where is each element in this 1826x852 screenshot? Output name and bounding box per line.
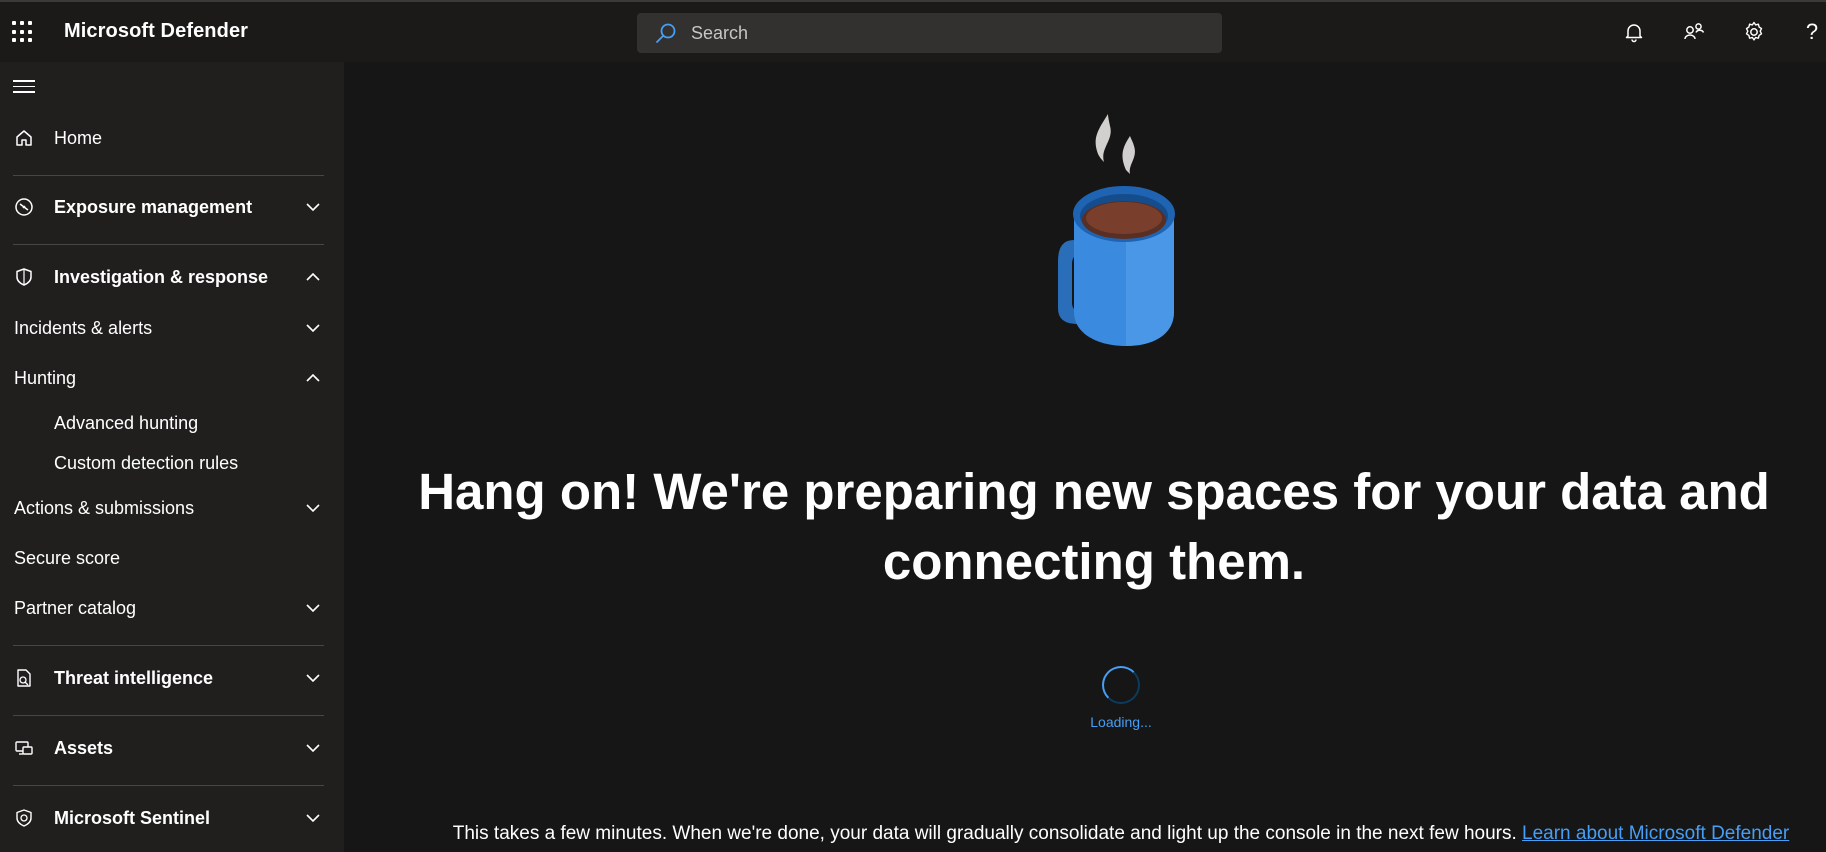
divider xyxy=(13,785,324,786)
sidebar-item-label: Custom detection rules xyxy=(54,452,239,473)
sidebar-item-label: Incidents & alerts xyxy=(14,317,153,338)
sidebar-item-label: Advanced hunting xyxy=(54,412,199,433)
sidebar-item-label: Partner catalog xyxy=(14,597,137,618)
search-input[interactable] xyxy=(691,13,1191,53)
loading-spinner xyxy=(1102,666,1140,704)
divider xyxy=(13,175,324,176)
divider xyxy=(13,715,324,716)
hamburger-menu-icon[interactable] xyxy=(13,80,35,94)
sidebar-item-assets[interactable]: Assets xyxy=(0,728,344,768)
sidebar-item-threat-intelligence[interactable]: Threat intelligence xyxy=(0,658,344,698)
loading-text: Loading... xyxy=(1090,714,1152,730)
shield-icon xyxy=(13,266,35,288)
sidebar-item-label: Exposure management xyxy=(54,196,253,217)
app-title[interactable]: Microsoft Defender xyxy=(64,20,248,43)
bell-icon[interactable] xyxy=(1620,18,1648,46)
sidebar-item-partner-catalog[interactable]: Partner catalog xyxy=(0,588,344,628)
assets-icon xyxy=(13,737,35,759)
divider xyxy=(13,244,324,245)
sidebar-item-label: Threat intelligence xyxy=(54,667,214,688)
sidebar-item-label: Secure score xyxy=(14,547,121,568)
info-message: This takes a few minutes. When we're don… xyxy=(444,820,1798,852)
page-headline: Hang on! We're preparing new spaces for … xyxy=(418,463,1770,590)
divider xyxy=(13,645,324,646)
waffle-icon[interactable] xyxy=(12,21,34,43)
chevron-down-icon[interactable] xyxy=(304,599,322,617)
threat-intel-icon xyxy=(13,667,35,689)
chevron-up-icon[interactable] xyxy=(304,268,322,286)
chevron-down-icon[interactable] xyxy=(304,809,322,827)
info-text: This takes a few minutes. When we're don… xyxy=(452,823,1523,844)
chevron-down-icon[interactable] xyxy=(304,319,322,337)
chevron-down-icon[interactable] xyxy=(304,198,322,216)
search-icon xyxy=(656,23,676,43)
sidebar-item-actions-submissions[interactable]: Actions & submissions xyxy=(0,488,344,528)
people-icon[interactable] xyxy=(1680,18,1708,46)
sidebar-item-home[interactable]: Home xyxy=(0,118,344,158)
search-box[interactable] xyxy=(637,13,1222,53)
sidebar-item-investigation-response[interactable]: Investigation & response xyxy=(0,257,344,297)
sentinel-icon xyxy=(13,807,35,829)
sidebar-item-label: Microsoft Sentinel xyxy=(54,807,211,828)
top-bar: Microsoft Defender ? xyxy=(0,0,1826,62)
sidebar: Home Exposure management Investigation &… xyxy=(0,62,344,852)
compass-icon xyxy=(13,196,35,218)
coffee-mug-illustration xyxy=(1058,114,1175,346)
sidebar-item-label: Home xyxy=(54,127,103,148)
sidebar-item-secure-score[interactable]: Secure score xyxy=(0,538,344,578)
sidebar-item-label: Assets xyxy=(54,737,114,758)
sidebar-item-hunting[interactable]: Hunting xyxy=(0,358,344,398)
chevron-down-icon[interactable] xyxy=(304,499,322,517)
sidebar-item-microsoft-sentinel[interactable]: Microsoft Sentinel xyxy=(0,798,344,838)
chevron-down-icon[interactable] xyxy=(304,739,322,757)
sidebar-item-custom-detection-rules[interactable]: Custom detection rules xyxy=(0,443,344,483)
sidebar-item-label: Hunting xyxy=(14,367,77,388)
sidebar-item-exposure-management[interactable]: Exposure management xyxy=(0,187,344,227)
sidebar-item-label: Actions & submissions xyxy=(14,497,195,518)
sidebar-item-incidents-alerts[interactable]: Incidents & alerts xyxy=(0,308,344,348)
sidebar-item-label: Investigation & response xyxy=(54,266,269,287)
main-content: Hang on! We're preparing new spaces for … xyxy=(344,62,1826,852)
help-icon[interactable]: ? xyxy=(1800,18,1824,46)
gear-icon[interactable] xyxy=(1740,18,1768,46)
sidebar-item-advanced-hunting[interactable]: Advanced hunting xyxy=(0,403,344,443)
chevron-down-icon[interactable] xyxy=(304,669,322,687)
home-icon xyxy=(13,127,35,149)
chevron-up-icon[interactable] xyxy=(304,369,322,387)
